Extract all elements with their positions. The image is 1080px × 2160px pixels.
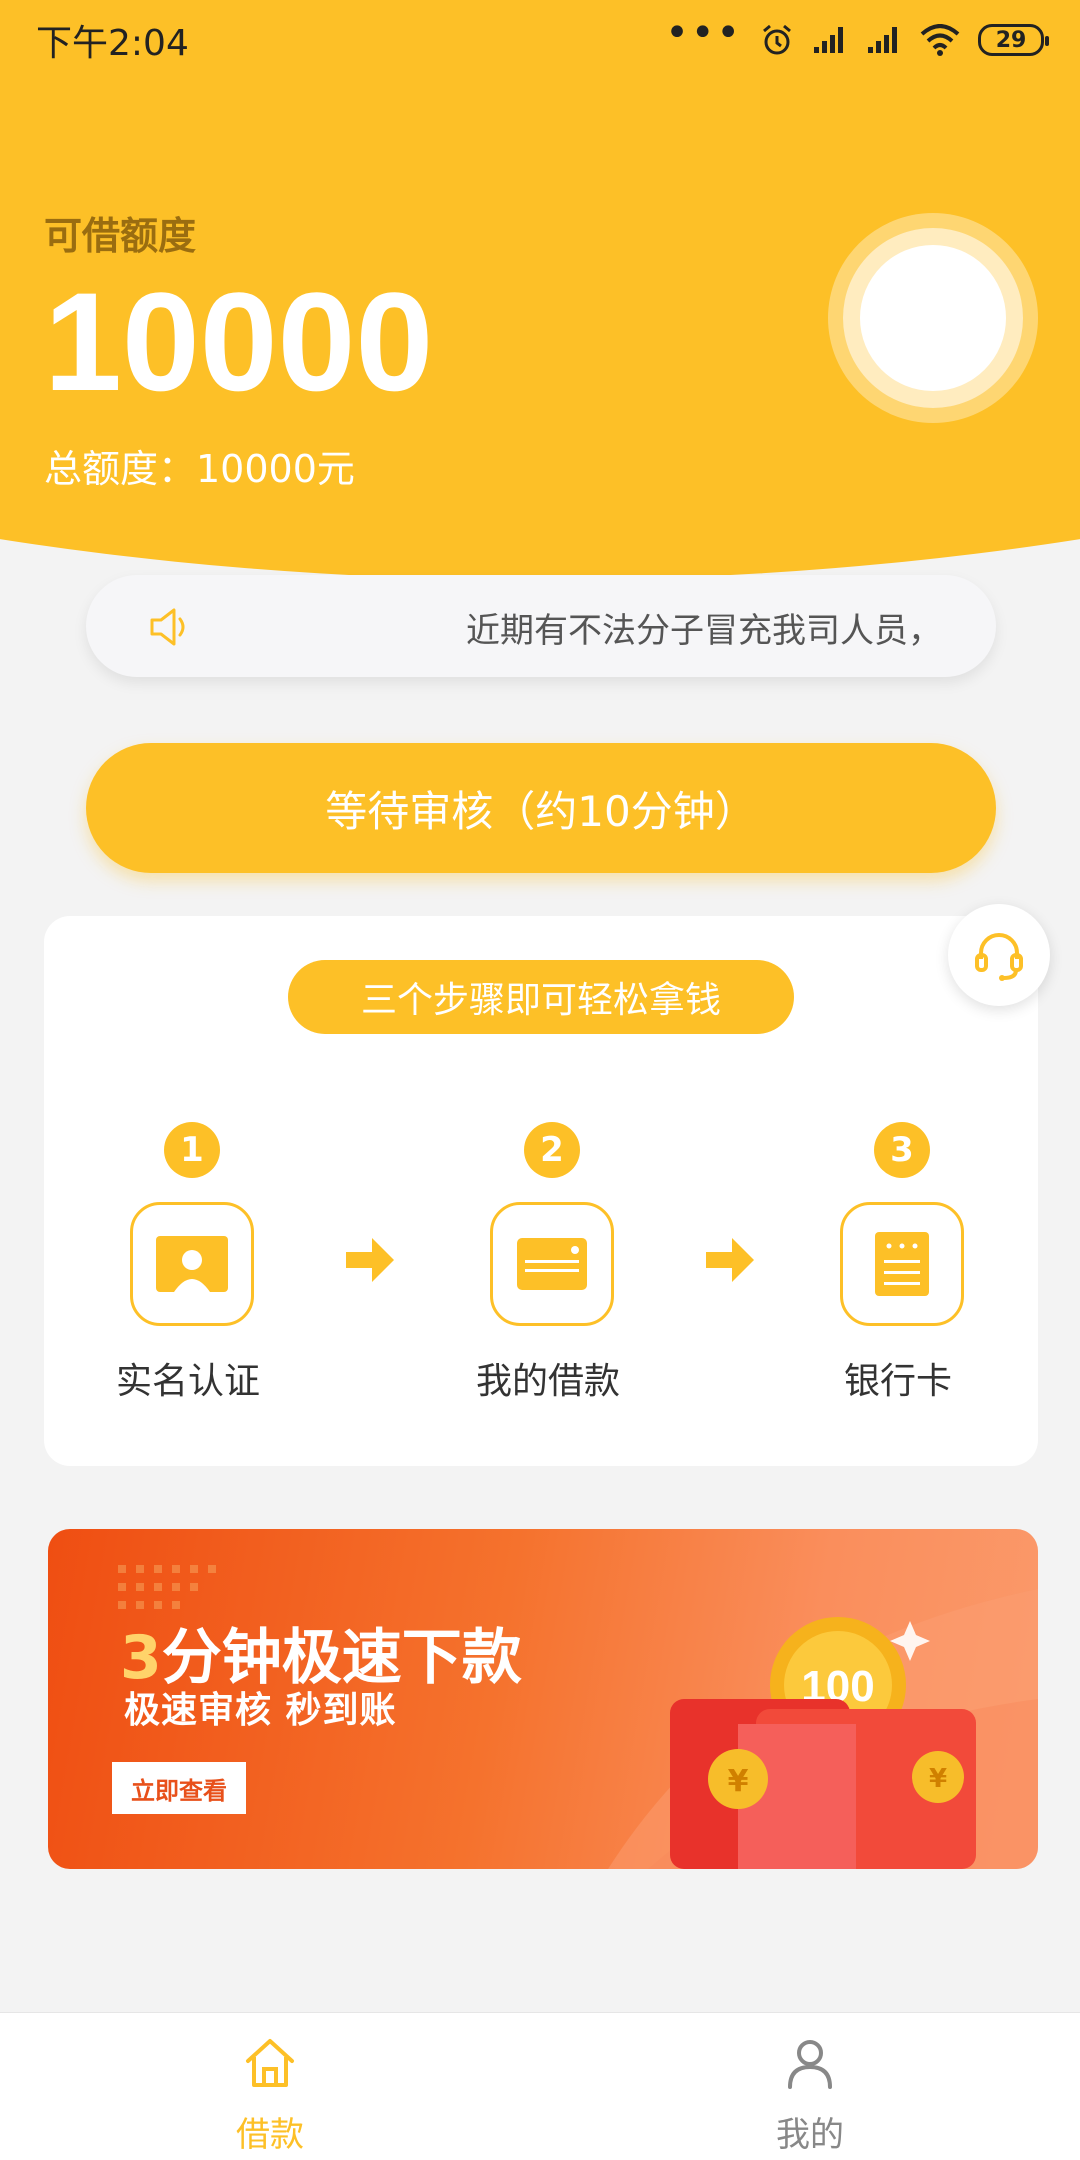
notice-text: 近期有不法分子冒充我司人员，	[466, 611, 942, 651]
step-2-box[interactable]	[490, 1202, 614, 1326]
step-2-label: 我的借款	[476, 1361, 621, 1402]
step-3-number: 3	[874, 1122, 930, 1178]
wifi-icon	[920, 24, 960, 56]
notice-bar[interactable]: 近期有不法分子冒充我司人员，	[86, 575, 996, 677]
customer-service-button[interactable]	[948, 904, 1050, 1006]
steps-card: 三个步骤即可轻松拿钱 1 实名认证 2 我的借款 3 银行卡	[44, 916, 1038, 1466]
step-1-label: 实名认证	[116, 1361, 261, 1402]
headset-icon	[975, 933, 1023, 981]
banner-view-button[interactable]: 立即查看	[112, 1762, 246, 1814]
signal-icon	[814, 27, 843, 53]
speaker-icon	[150, 608, 185, 646]
tab-mine[interactable]: 我的	[710, 2013, 910, 2160]
total-limit-text: 总额度：10000元	[44, 447, 355, 491]
steps-title: 三个步骤即可轻松拿钱	[288, 960, 794, 1034]
coin-symbol-text: ¥	[728, 1764, 749, 1799]
promo-banner[interactable]: 100 ¥ ¥ 3分钟极速下款 极速审核 秒到账 立即查看	[48, 1529, 1038, 1869]
status-time: 下午2:04	[36, 23, 189, 64]
document-icon	[875, 1232, 929, 1296]
more-dots-icon: •••	[665, 10, 742, 56]
step-3-label: 银行卡	[844, 1361, 953, 1402]
arrow-right-icon	[706, 1238, 754, 1282]
step-1-number: 1	[164, 1122, 220, 1178]
credit-limit-amount: 10000	[44, 263, 434, 420]
step-2-number: 2	[524, 1122, 580, 1178]
signal-icon	[868, 27, 897, 53]
tab-borrow-label: 借款	[236, 2115, 304, 2155]
tab-mine-label: 我的	[776, 2115, 844, 2155]
banner-subtitle: 极速审核 秒到账	[124, 1690, 397, 1731]
home-icon	[246, 2039, 294, 2087]
avatar[interactable]	[860, 245, 1006, 391]
status-icons: ••• 29	[665, 13, 1049, 57]
coin-symbol-text: ¥	[929, 1764, 947, 1794]
credit-limit-label: 可借额度	[44, 214, 197, 258]
arrow-right-icon	[346, 1238, 394, 1282]
step-3-box[interactable]	[840, 1202, 964, 1326]
status-bar: 下午2:04 ••• 29	[0, 0, 1080, 80]
step-1-box[interactable]	[130, 1202, 254, 1326]
battery-icon: 29	[978, 24, 1049, 56]
bottom-tab-bar: 借款 我的	[0, 2012, 1080, 2160]
credit-card-icon	[517, 1238, 587, 1290]
user-icon	[788, 2040, 832, 2089]
id-card-icon	[156, 1236, 228, 1292]
apply-status-button[interactable]: 等待审核（约10分钟）	[86, 743, 996, 873]
tab-borrow[interactable]: 借款	[170, 2013, 370, 2160]
alarm-icon	[763, 24, 791, 55]
